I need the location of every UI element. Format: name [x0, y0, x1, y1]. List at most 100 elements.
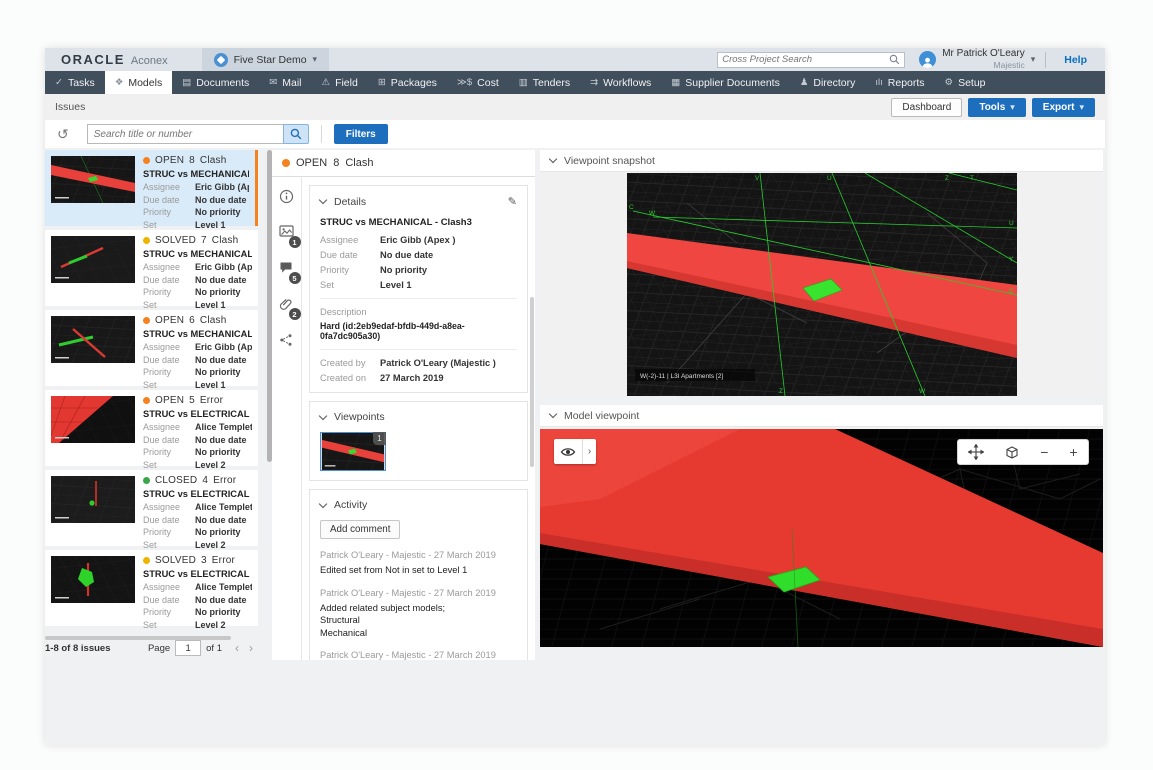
project-icon — [213, 52, 228, 67]
breadcrumb-bar: Issues Dashboard Tools ▾ Export ▾ — [45, 94, 1105, 120]
viewpoints-section: Viewpoints 1 — [309, 401, 528, 481]
user-avatar-icon — [919, 51, 937, 68]
eye-visibility-button[interactable] — [554, 439, 582, 464]
tab-workflows[interactable]: ⇉ Workflows — [580, 71, 661, 94]
issue-thumbnail — [51, 396, 135, 443]
comments-count-badge: 5 — [288, 272, 301, 284]
comments-icon[interactable]: 5 — [279, 261, 301, 284]
svg-text:U: U — [1009, 220, 1014, 227]
activity-entry: Patrick O'Leary - Majestic - 27 March 20… — [320, 587, 496, 638]
filters-button[interactable]: Filters — [333, 124, 388, 144]
issue-search-input[interactable] — [86, 124, 283, 144]
chevron-down-icon[interactable] — [318, 195, 328, 205]
chevron-down-icon[interactable] — [318, 499, 328, 508]
svg-text:C: C — [629, 204, 634, 211]
zoom-out-icon[interactable]: − — [1040, 445, 1048, 459]
chevron-down-icon[interactable] — [548, 409, 558, 419]
issue-card-error-clash2[interactable]: SOLVED3Error STRUC vs ELECTRICAL - Clash… — [45, 550, 258, 630]
status-dot — [143, 557, 150, 564]
help-link[interactable]: Help — [1064, 54, 1087, 66]
tab-tasks[interactable]: ✓ Tasks — [45, 71, 105, 94]
attachments-icon[interactable]: 2 — [279, 297, 301, 320]
issue-thumbnail — [51, 556, 135, 603]
svg-text:W: W — [649, 210, 656, 217]
tab-reports[interactable]: ılı Reports — [865, 71, 934, 94]
tab-cost[interactable]: ≫$ Cost — [447, 71, 509, 94]
info-icon[interactable] — [279, 189, 295, 205]
chevron-down-icon[interactable] — [548, 154, 558, 164]
tab-packages[interactable]: ⊞ Packages — [368, 71, 447, 94]
tenders-icon: ▥ — [518, 77, 528, 88]
next-page-icon[interactable]: › — [244, 641, 258, 655]
status-dot — [143, 397, 150, 404]
page-input[interactable] — [175, 640, 202, 656]
issue-card-error-clash3[interactable]: CLOSED4Error STRUC vs ELECTRICAL - Clash… — [45, 470, 258, 550]
issue-card-clash4[interactable]: OPEN5Error STRUC vs ELECTRICAL - Clash4 … — [45, 390, 258, 470]
svg-text:W: W — [919, 388, 926, 395]
tab-tenders[interactable]: ▥ Tenders — [509, 71, 580, 94]
issue-title: STRUC vs MECHANICAL - Clash3 — [320, 217, 472, 228]
cross-project-search-input[interactable] — [722, 54, 890, 65]
status-dot — [282, 159, 290, 167]
chevron-down-icon: ▾ — [1079, 101, 1084, 112]
detail-number: 8 — [333, 157, 340, 169]
issue-thumbnail — [51, 156, 135, 203]
tab-mail[interactable]: ✉ Mail — [259, 71, 311, 94]
search-button[interactable] — [282, 124, 309, 144]
status-dot — [143, 237, 150, 244]
detail-type: Clash — [345, 157, 374, 169]
svg-text:Z: Z — [779, 388, 783, 395]
tab-supplier-documents[interactable]: ▦ Supplier Documents — [661, 71, 790, 94]
module-nav-bar: ✓ Tasks ❖ Models ▤ Documents ✉ Mail ⚠ Field ⊞… — [45, 71, 1105, 94]
user-org: Majestic — [993, 60, 1025, 71]
add-comment-button[interactable]: Add comment — [320, 520, 401, 539]
user-menu[interactable]: Mr Patrick O'Leary Majestic ▾ — [919, 49, 1035, 70]
pan-move-icon[interactable] — [968, 444, 985, 460]
activity-entry: Patrick O'Leary - Majestic - 27 March 20… — [320, 550, 496, 575]
detail-content: Details ✎ STRUC vs MECHANICAL - Clash3 A… — [302, 177, 535, 660]
refresh-icon[interactable]: ↺ — [57, 127, 69, 141]
tab-directory[interactable]: ♟ Directory — [790, 71, 866, 94]
issue-card-clash2[interactable]: SOLVED7Clash STRUC vs MECHANICAL - Clash… — [45, 230, 258, 310]
tab-setup[interactable]: ⚙ Setup — [935, 71, 996, 94]
search-icon[interactable] — [889, 54, 900, 65]
cube-3d-icon[interactable] — [1005, 445, 1019, 460]
aconex-wordmark: Aconex — [130, 55, 168, 67]
assignee-value: Eric Gibb (Apex ) — [380, 235, 456, 245]
viewpoint-snapshot-body: V U Z T C W U Y C Z W W(-2)-11 | L3I Apa… — [540, 172, 1103, 397]
prev-page-icon[interactable]: ‹ — [230, 641, 244, 655]
zoom-in-icon[interactable]: + — [1069, 445, 1077, 459]
tab-field[interactable]: ⚠ Field — [312, 71, 368, 94]
tab-models[interactable]: ❖ Models — [104, 71, 173, 94]
activity-entry: Patrick O'Leary - Majestic - 27 March 20… — [320, 650, 496, 660]
page-of-label: of 1 — [206, 642, 222, 654]
project-name: Five Star Demo — [233, 53, 307, 66]
chevron-down-icon[interactable] — [318, 411, 328, 420]
issue-detail-panel: OPEN 8 Clash 1 5 2 Details ✎ STRUC vs ME… — [272, 150, 535, 660]
dashboard-button[interactable]: Dashboard — [891, 97, 963, 117]
snapshot-location-label: W(-2)-11 | L3I Apartments [2] — [640, 373, 723, 380]
top-header-bar: ORACLE Aconex Five Star Demo ▾ M — [45, 48, 1105, 71]
viewpoints-section-title: Viewpoints — [334, 411, 385, 423]
details-section: Details ✎ STRUC vs MECHANICAL - Clash3 A… — [309, 185, 528, 393]
expand-panel-button[interactable]: › — [582, 439, 596, 464]
status-dot — [143, 317, 150, 324]
export-button[interactable]: Export ▾ — [1031, 97, 1095, 117]
issues-toolbar: ↺ Filters — [45, 120, 1105, 148]
detail-scrollbar[interactable] — [530, 297, 534, 467]
viewpoint-thumbnail[interactable]: 1 — [320, 432, 386, 471]
issue-card-clash1[interactable]: OPEN6Clash STRUC vs MECHANICAL - Clash1 … — [45, 310, 258, 390]
model-viewpoint-canvas[interactable]: › − + — [540, 429, 1103, 647]
edit-pencil-icon[interactable]: ✎ — [508, 195, 517, 208]
tab-documents[interactable]: ▤ Documents — [172, 71, 259, 94]
project-selector[interactable]: Five Star Demo ▾ — [201, 48, 330, 71]
issue-card-clash3[interactable]: OPEN8Clash STRUC vs MECHANICAL - Clash3 … — [45, 150, 258, 230]
directory-people-icon: ♟ — [799, 77, 809, 88]
mail-icon: ✉ — [269, 77, 278, 88]
related-models-icon[interactable] — [279, 333, 295, 349]
divider — [1045, 51, 1047, 68]
models-cube-icon: ❖ — [114, 77, 124, 88]
images-icon[interactable]: 1 — [278, 225, 301, 248]
attachments-count-badge: 2 — [288, 308, 301, 320]
tools-button[interactable]: Tools ▾ — [968, 97, 1026, 117]
